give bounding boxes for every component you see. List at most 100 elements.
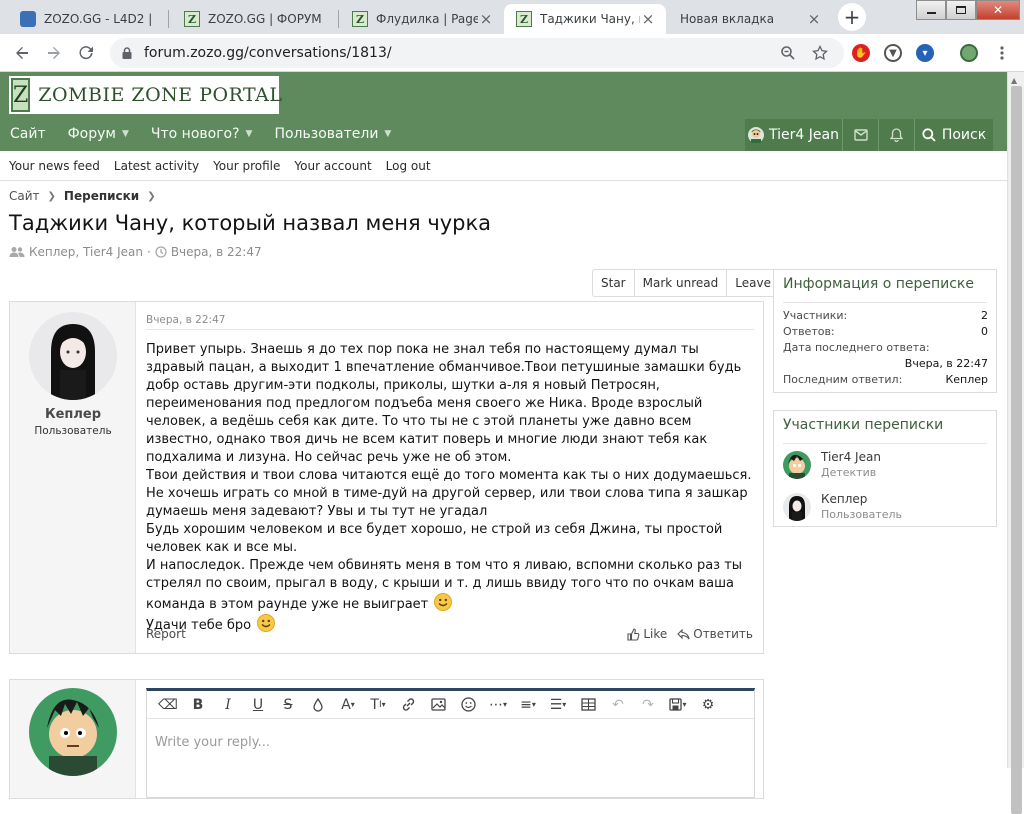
alerts-button[interactable] xyxy=(879,119,915,151)
color-drop-icon[interactable] xyxy=(303,693,333,717)
search-button[interactable]: Поиск xyxy=(915,119,993,151)
table-icon[interactable] xyxy=(573,693,603,717)
browser-tab-2[interactable]: Z ZOZO.GG | ФОРУМ xyxy=(172,4,336,34)
subnav-log-out[interactable]: Log out xyxy=(386,159,431,173)
participant-item[interactable]: Кеплер Пользователь xyxy=(783,492,902,521)
subnav-latest-activity[interactable]: Latest activity xyxy=(114,159,199,173)
message-user-panel xyxy=(10,680,136,798)
emoji-icon[interactable] xyxy=(453,693,483,717)
vpn-extension-icon[interactable]: ▾ xyxy=(916,44,934,62)
list-icon[interactable]: ☰ ▾ xyxy=(543,693,573,717)
caret-down-icon[interactable]: ▼ xyxy=(384,129,391,139)
star-icon[interactable] xyxy=(812,45,828,61)
close-icon[interactable]: × xyxy=(478,10,494,28)
minimize-button[interactable] xyxy=(916,0,946,20)
bold-icon[interactable]: B xyxy=(183,693,213,717)
browser-tab-5[interactable]: Новая вкладка × xyxy=(668,4,832,34)
author-avatar-image xyxy=(29,312,117,400)
breadcrumb-conversations[interactable]: Переписки xyxy=(64,189,139,203)
underline-icon[interactable]: U xyxy=(243,693,273,717)
avatar[interactable] xyxy=(783,492,811,521)
nav-item-members[interactable]: Пользователи ▼ xyxy=(274,126,391,142)
nav-item-site[interactable]: Сайт xyxy=(10,126,46,142)
maximize-button[interactable] xyxy=(946,0,976,20)
conversation-meta: Кеплер, Tier4 Jean · Вчера, в 22:47 xyxy=(9,245,262,259)
avatar[interactable] xyxy=(29,312,117,400)
font-family-icon[interactable]: A ▾ xyxy=(333,693,363,717)
more-options-icon[interactable]: ⋯ ▾ xyxy=(483,693,513,717)
account-button[interactable]: Tier4 Jean xyxy=(745,119,843,151)
star-button[interactable]: Star xyxy=(593,270,635,296)
report-link[interactable]: Report xyxy=(146,627,186,641)
address-bar[interactable]: forum.zozo.gg/conversations/1813/ xyxy=(110,38,844,68)
zz-favicon: Z xyxy=(184,11,200,27)
align-icon[interactable]: ≡ ▾ xyxy=(513,693,543,717)
browser-tab-3[interactable]: Z Флудилка | Page 1 × xyxy=(340,4,504,34)
caret-down-icon[interactable]: ▼ xyxy=(122,129,129,139)
participant-text: Кеплер Пользователь xyxy=(821,492,902,521)
close-icon[interactable]: × xyxy=(640,10,656,28)
new-tab-button[interactable]: + xyxy=(838,3,866,31)
reload-icon xyxy=(79,46,93,60)
nav-item-whats-new[interactable]: Что нового? ▼ xyxy=(151,126,253,142)
author-title: Пользователь xyxy=(34,425,112,437)
browser-tab-4-active[interactable]: Z Таджики Чану, кот × xyxy=(504,4,666,34)
eraser-icon[interactable]: ⌫ xyxy=(153,693,183,717)
forward-button[interactable] xyxy=(42,41,66,65)
arrow-right-icon xyxy=(48,47,60,59)
caret-down-icon[interactable]: ▼ xyxy=(246,129,253,139)
close-icon: ✕ xyxy=(992,3,1004,17)
reply-input[interactable] xyxy=(147,722,754,762)
back-button[interactable] xyxy=(10,41,34,65)
tab-title: ZOZO.GG - L4D2 | xyxy=(44,12,153,26)
avatar[interactable] xyxy=(783,450,811,479)
reply-icon[interactable] xyxy=(677,628,690,640)
gear-icon[interactable]: ⚙ xyxy=(693,693,723,717)
strikethrough-icon[interactable]: S xyxy=(273,693,303,717)
scroll-up-arrow-icon[interactable]: ▲ xyxy=(1011,76,1017,85)
subnav-news-feed[interactable]: Your news feed xyxy=(9,159,100,173)
sub-nav: Your news feed Latest activity Your prof… xyxy=(0,151,1024,181)
author-name[interactable]: Кеплер xyxy=(10,407,136,422)
like-button[interactable]: Like xyxy=(643,627,667,641)
meta-participants[interactable]: Кеплер, Tier4 Jean xyxy=(29,245,143,259)
breadcrumb-site[interactable]: Сайт xyxy=(9,189,40,203)
drafts-icon[interactable]: ▾ xyxy=(663,693,693,717)
participant-name[interactable]: Tier4 Jean xyxy=(821,450,881,464)
italic-icon[interactable]: I xyxy=(213,693,243,717)
nav-item-forum[interactable]: Форум ▼ xyxy=(68,126,129,142)
undo-icon[interactable]: ↶ xyxy=(603,693,633,717)
browser-menu-button[interactable] xyxy=(990,41,1014,65)
font-size-icon[interactable]: T I ▾ xyxy=(363,693,393,717)
link-icon[interactable] xyxy=(393,693,423,717)
browser-tab-1[interactable]: ZOZO.GG - L4D2 | xyxy=(8,4,166,34)
subnav-your-profile[interactable]: Your profile xyxy=(213,159,280,173)
participant-name[interactable]: Кеплер xyxy=(821,492,902,506)
participant-item[interactable]: Tier4 Jean Детектив xyxy=(783,450,881,479)
reply-button[interactable]: Ответить xyxy=(693,627,753,641)
site-logo[interactable]: Z ZOMBIE ZONE PORTAL xyxy=(9,76,282,114)
scrollbar-thumb[interactable] xyxy=(1011,86,1022,814)
nav-label: Что нового? xyxy=(150,126,240,142)
thumbs-up-icon[interactable] xyxy=(627,627,640,641)
profile-avatar[interactable] xyxy=(960,44,978,62)
inbox-button[interactable] xyxy=(843,119,879,151)
image-icon[interactable] xyxy=(423,693,453,717)
redo-icon[interactable]: ↷ xyxy=(633,693,663,717)
chevron-right-icon: ❯ xyxy=(147,190,156,202)
zoom-icon[interactable] xyxy=(780,45,796,61)
info-value[interactable]: Кеплер xyxy=(945,373,988,386)
reload-button[interactable] xyxy=(74,41,98,65)
info-row-last-reply-date-value: Вчера, в 22:47 xyxy=(783,357,988,370)
page-scrollbar[interactable]: ▲ xyxy=(1007,72,1024,814)
adblock-extension-icon[interactable]: ✋ xyxy=(852,44,870,62)
subnav-your-account[interactable]: Your account xyxy=(294,159,371,173)
close-icon[interactable]: × xyxy=(806,10,822,28)
shield-extension-icon[interactable]: ▼ xyxy=(884,44,902,62)
leave-button[interactable]: Leave xyxy=(727,270,779,296)
message-date[interactable]: Вчера, в 22:47 xyxy=(146,314,225,326)
mark-unread-button[interactable]: Mark unread xyxy=(635,270,728,296)
avatar[interactable] xyxy=(29,688,117,776)
nav-label: Форум xyxy=(67,126,116,142)
window-close-button[interactable]: ✕ xyxy=(976,0,1020,20)
